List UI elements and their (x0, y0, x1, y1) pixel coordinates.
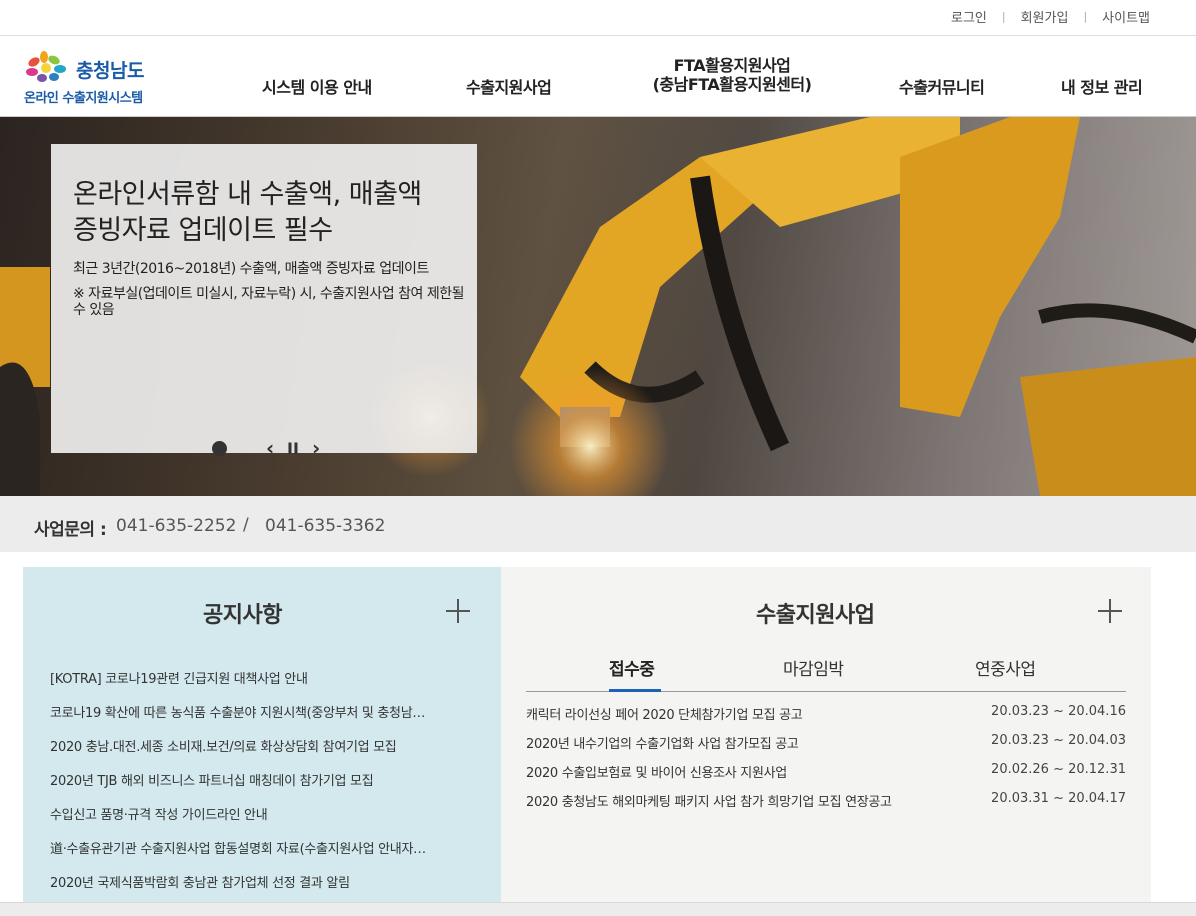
nav-fta-line2: (충남FTA활용지원센터) (652, 75, 812, 94)
divider: | (1001, 10, 1006, 23)
export-support-panel: 수출지원사업 접수중 마감임박 연중사업 캐릭터 라이선싱 페어 2020 단체… (501, 567, 1151, 916)
login-link[interactable]: 로그인 (951, 7, 987, 26)
signup-link[interactable]: 회원가입 (1021, 7, 1069, 26)
support-item-title: 2020 충청남도 해외마케팅 패키지 사업 참가 희망기업 모집 연장공고 (526, 795, 892, 810)
notice-more-plus-icon[interactable] (446, 599, 470, 623)
hero-description: 최근 3년간(2016~2018년) 수출액, 매출액 증빙자료 업데이트 (73, 261, 429, 277)
support-more-plus-icon[interactable] (1098, 599, 1122, 623)
active-tab-indicator (609, 689, 661, 692)
nav-fta-support[interactable]: FTA활용지원사업 (충남FTA활용지원센터) (646, 56, 818, 94)
logo-subtitle: 온라인 수출지원시스템 (24, 91, 143, 106)
pause-slide-button[interactable]: II (287, 439, 299, 458)
hero-banner: 온라인서류함 내 수출액, 매출액 증빙자료 업데이트 필수 최근 3년간(20… (0, 117, 1196, 496)
tab-year-round[interactable]: 연중사업 (975, 655, 1036, 680)
support-list: 캐릭터 라이선싱 페어 2020 단체참가기업 모집 공고 20.03.23 ~… (526, 704, 1126, 820)
utility-bar: 로그인 | 회원가입 | 사이트맵 (0, 0, 1196, 36)
divider: | (1083, 10, 1088, 23)
support-item-date: 20.03.23 ~ 20.04.16 (991, 704, 1126, 719)
nav-system-guide[interactable]: 시스템 이용 안내 (262, 74, 372, 98)
support-item-title: 캐릭터 라이선싱 페어 2020 단체참가기업 모집 공고 (526, 708, 803, 723)
notice-item[interactable]: 수입신고 품명·규격 작성 가이드라인 안내 (50, 804, 470, 838)
nav-fta-line1: FTA활용지원사업 (673, 56, 791, 75)
support-item[interactable]: 2020년 내수기업의 수출기업화 사업 참가모집 공고 20.03.23 ~ … (526, 733, 1126, 762)
logo-title: 충청남도 (76, 60, 144, 82)
notice-panel: 공지사항 [KOTRA] 코로나19관련 긴급지원 대책사업 안내 코로나19 … (23, 567, 501, 916)
tab-closing-soon[interactable]: 마감임박 (783, 655, 844, 680)
notice-item[interactable]: 2020년 TJB 해외 비즈니스 파트너십 매칭데이 참가기업 모집 (50, 770, 470, 804)
contact-bar: 사업문의 : 041-635-2252 / 041-635-3362 (0, 496, 1196, 552)
tab-receiving[interactable]: 접수중 (609, 655, 655, 680)
flower-logo-icon (26, 51, 66, 82)
slide-indicator-dot[interactable] (212, 441, 227, 456)
notice-title: 공지사항 (203, 603, 282, 628)
notice-item[interactable]: 코로나19 확산에 따른 농식품 수출분야 지원시책(중앙부처 및 충청남… (50, 702, 470, 736)
nav-export-support[interactable]: 수출지원사업 (466, 74, 552, 98)
support-item-date: 20.03.31 ~ 20.04.17 (991, 791, 1126, 806)
next-slide-button[interactable]: › (312, 436, 320, 460)
notice-item[interactable]: 2020 충남.대전.세종 소비재.보건/의료 화상상담회 참여기업 모집 (50, 736, 470, 770)
support-item-title: 2020년 내수기업의 수출기업화 사업 참가모집 공고 (526, 737, 799, 752)
notice-item[interactable]: 道·수출유관기관 수출지원사업 합동설명회 자료(수출지원사업 안내자… (50, 838, 470, 872)
support-item[interactable]: 2020 수출입보험료 및 바이어 신용조사 지원사업 20.02.26 ~ 2… (526, 762, 1126, 791)
utility-links: 로그인 | 회원가입 | 사이트맵 (951, 7, 1150, 26)
hero-title-line2: 증빙자료 업데이트 필수 (73, 215, 333, 246)
sitemap-link[interactable]: 사이트맵 (1102, 7, 1150, 26)
contact-label: 사업문의 : (34, 520, 107, 540)
site-header: 충청남도 온라인 수출지원시스템 시스템 이용 안내 수출지원사업 FTA활용지… (0, 36, 1196, 117)
support-item-date: 20.03.23 ~ 20.04.03 (991, 733, 1126, 748)
support-tabs: 접수중 마감임박 연중사업 (526, 655, 1126, 692)
support-item[interactable]: 2020 충청남도 해외마케팅 패키지 사업 참가 희망기업 모집 연장공고 2… (526, 791, 1126, 820)
nav-my-info[interactable]: 내 정보 관리 (1061, 74, 1143, 98)
contact-separator: / (243, 515, 249, 535)
support-title: 수출지원사업 (756, 603, 875, 628)
hero-caption-box: 온라인서류함 내 수출액, 매출액 증빙자료 업데이트 필수 최근 3년간(20… (51, 144, 477, 460)
notice-item[interactable]: 2020년 국제식품박람회 충남관 참가업체 선정 결과 알림 (50, 872, 470, 906)
contact-phone-1: 041-635-2252 (116, 516, 237, 536)
notice-list: [KOTRA] 코로나19관련 긴급지원 대책사업 안내 코로나19 확산에 따… (50, 668, 470, 906)
notice-item[interactable]: [KOTRA] 코로나19관련 긴급지원 대책사업 안내 (50, 668, 470, 702)
support-item-date: 20.02.26 ~ 20.12.31 (991, 762, 1126, 777)
hero-title-line1: 온라인서류함 내 수출액, 매출액 (73, 179, 422, 210)
support-item[interactable]: 캐릭터 라이선싱 페어 2020 단체참가기업 모집 공고 20.03.23 ~… (526, 704, 1126, 733)
prev-slide-button[interactable]: ‹ (266, 436, 274, 460)
hero-title: 온라인서류함 내 수출액, 매출액 증빙자료 업데이트 필수 (73, 177, 463, 249)
site-logo[interactable]: 충청남도 온라인 수출지원시스템 (24, 50, 164, 106)
support-item-title: 2020 수출입보험료 및 바이어 신용조사 지원사업 (526, 766, 787, 781)
contact-phone-2: 041-635-3362 (265, 516, 386, 536)
page-bottom-bar (0, 902, 1196, 916)
nav-export-community[interactable]: 수출커뮤니티 (899, 74, 985, 98)
hero-note: ※ 자료부실(업데이트 미실시, 자료누락) 시, 수출지원사업 참여 제한될 … (73, 286, 464, 318)
